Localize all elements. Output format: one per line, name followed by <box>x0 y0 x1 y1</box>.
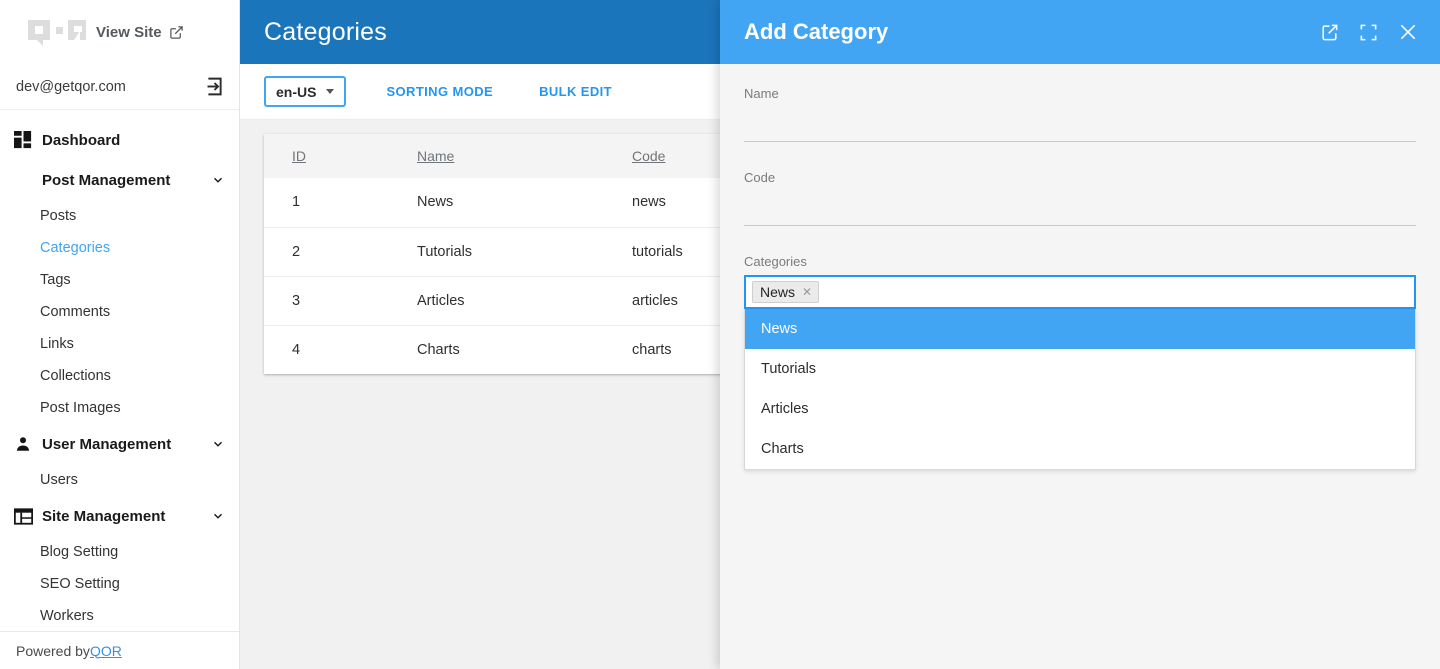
person-icon <box>14 435 40 453</box>
qor-link[interactable]: QOR <box>90 643 122 659</box>
sidebar-brand-bar: View Site <box>0 0 239 64</box>
chip-news[interactable]: News ✕ <box>752 281 820 303</box>
sidebar-item-comments[interactable]: Comments <box>0 296 239 328</box>
column-header-id[interactable]: ID <box>264 134 389 178</box>
categories-options-dropdown: News Tutorials Articles Charts <box>744 309 1416 470</box>
sidebar-user-bar: dev@getqor.com <box>0 64 239 110</box>
option-news[interactable]: News <box>745 309 1415 349</box>
field-name: Name <box>744 86 1416 142</box>
column-label: ID <box>292 148 306 164</box>
chip-label: News <box>760 284 796 300</box>
sidebar-item-label: Links <box>40 336 74 352</box>
field-code-label: Code <box>744 170 776 185</box>
sidebar-item-label: Collections <box>40 368 111 384</box>
sidebar-item-links[interactable]: Links <box>0 328 239 360</box>
open-in-new-icon[interactable] <box>1320 23 1339 42</box>
external-link-icon <box>169 25 184 40</box>
fullscreen-icon[interactable] <box>1359 23 1378 42</box>
sidebar-nav: Dashboard Post Management Posts Categori… <box>0 110 239 631</box>
locale-select[interactable]: en-US <box>264 76 347 107</box>
field-code: Code <box>744 170 1416 226</box>
field-name-label: Name <box>744 86 779 101</box>
option-tutorials[interactable]: Tutorials <box>745 349 1415 389</box>
field-categories: Categories News ✕ News Tutorials Article… <box>744 254 1416 470</box>
sidebar-group-user-management[interactable]: User Management <box>0 424 239 464</box>
sidebar-item-categories[interactable]: Categories <box>0 232 239 264</box>
sidebar-item-dashboard[interactable]: Dashboard <box>0 120 239 160</box>
chevron-down-icon[interactable] <box>211 173 225 187</box>
cell-id: 1 <box>292 194 301 211</box>
option-label: Tutorials <box>761 361 817 377</box>
sidebar-item-label: Tags <box>40 272 71 288</box>
sidebar-item-label: Workers <box>40 608 94 624</box>
column-label: Code <box>632 148 666 164</box>
page-title: Categories <box>264 17 387 46</box>
user-email: dev@getqor.com <box>16 78 126 95</box>
sidebar-item-label: Blog Setting <box>40 544 119 560</box>
cell-name: Tutorials <box>389 226 604 276</box>
sidebar-item-label: SEO Setting <box>40 576 120 592</box>
sidebar-item-label: Users <box>40 472 78 488</box>
chevron-down-icon[interactable] <box>211 509 225 523</box>
panel-header: Add Category <box>720 0 1440 64</box>
categories-multiselect[interactable]: News ✕ <box>744 275 1416 309</box>
cell-id: 3 <box>264 275 389 325</box>
sidebar-item-label: Post Images <box>40 400 121 416</box>
dashboard-grid-icon <box>14 130 40 150</box>
sidebar-item-blog-setting[interactable]: Blog Setting <box>0 536 239 568</box>
option-charts[interactable]: Charts <box>745 429 1415 469</box>
app-root: View Site dev@getqor.com Dashboard Post … <box>0 0 1440 669</box>
close-icon[interactable] <box>1398 22 1418 42</box>
sidebar-footer: Powered by QOR <box>0 631 239 669</box>
cell-id: 2 <box>264 226 389 276</box>
sidebar-item-workers[interactable]: Workers <box>0 600 239 631</box>
option-label: News <box>761 321 798 337</box>
cell-name: Articles <box>389 275 604 325</box>
web-layout-icon <box>14 507 40 526</box>
column-header-name[interactable]: Name <box>389 134 604 178</box>
option-label: Articles <box>761 401 809 417</box>
locale-value: en-US <box>276 83 317 100</box>
view-site-link[interactable]: View Site <box>96 24 184 41</box>
sidebar-group-label: User Management <box>42 435 172 453</box>
caret-down-icon <box>326 89 335 94</box>
logout-icon[interactable] <box>204 76 225 97</box>
sidebar-item-label: Posts <box>40 208 77 224</box>
sidebar-item-post-images[interactable]: Post Images <box>0 392 239 424</box>
sidebar: View Site dev@getqor.com Dashboard Post … <box>0 0 240 669</box>
name-input[interactable] <box>744 119 1416 142</box>
sidebar-item-label: Categories <box>40 240 111 256</box>
cell-name: Charts <box>389 324 604 374</box>
column-label: Name <box>417 148 455 164</box>
option-articles[interactable]: Articles <box>745 389 1415 429</box>
sidebar-item-seo-setting[interactable]: SEO Setting <box>0 568 239 600</box>
sidebar-item-users[interactable]: Users <box>0 464 239 496</box>
sidebar-group-post-management[interactable]: Post Management <box>0 160 239 200</box>
sidebar-item-posts[interactable]: Posts <box>0 200 239 232</box>
sidebar-item-collections[interactable]: Collections <box>0 360 239 392</box>
qor-logo <box>16 16 86 48</box>
view-site-label: View Site <box>96 23 162 41</box>
panel-actions <box>1320 22 1418 42</box>
add-category-panel: Add Category Name Code Categories News ✕… <box>720 0 1440 669</box>
sidebar-item-label: Comments <box>40 304 111 320</box>
chevron-down-icon[interactable] <box>211 437 225 451</box>
cell-id: 4 <box>264 324 389 374</box>
powered-by-label: Powered by <box>16 642 90 659</box>
option-label: Charts <box>761 441 804 457</box>
bulk-edit-button[interactable]: BULK EDIT <box>525 84 626 99</box>
sidebar-group-label: Post Management <box>42 171 171 189</box>
code-input[interactable] <box>744 203 1416 226</box>
sidebar-item-tags[interactable]: Tags <box>0 264 239 296</box>
cell-name: News <box>417 194 454 211</box>
field-categories-label: Categories <box>744 254 807 269</box>
sidebar-group-label: Site Management <box>42 507 166 525</box>
sidebar-item-label: Dashboard <box>42 131 121 149</box>
chip-remove-icon[interactable]: ✕ <box>802 286 812 298</box>
sidebar-group-site-management[interactable]: Site Management <box>0 496 239 536</box>
panel-body: Name Code Categories News ✕ News Tutoria… <box>720 64 1440 470</box>
panel-title: Add Category <box>744 19 889 44</box>
sorting-mode-button[interactable]: SORTING MODE <box>372 84 507 99</box>
